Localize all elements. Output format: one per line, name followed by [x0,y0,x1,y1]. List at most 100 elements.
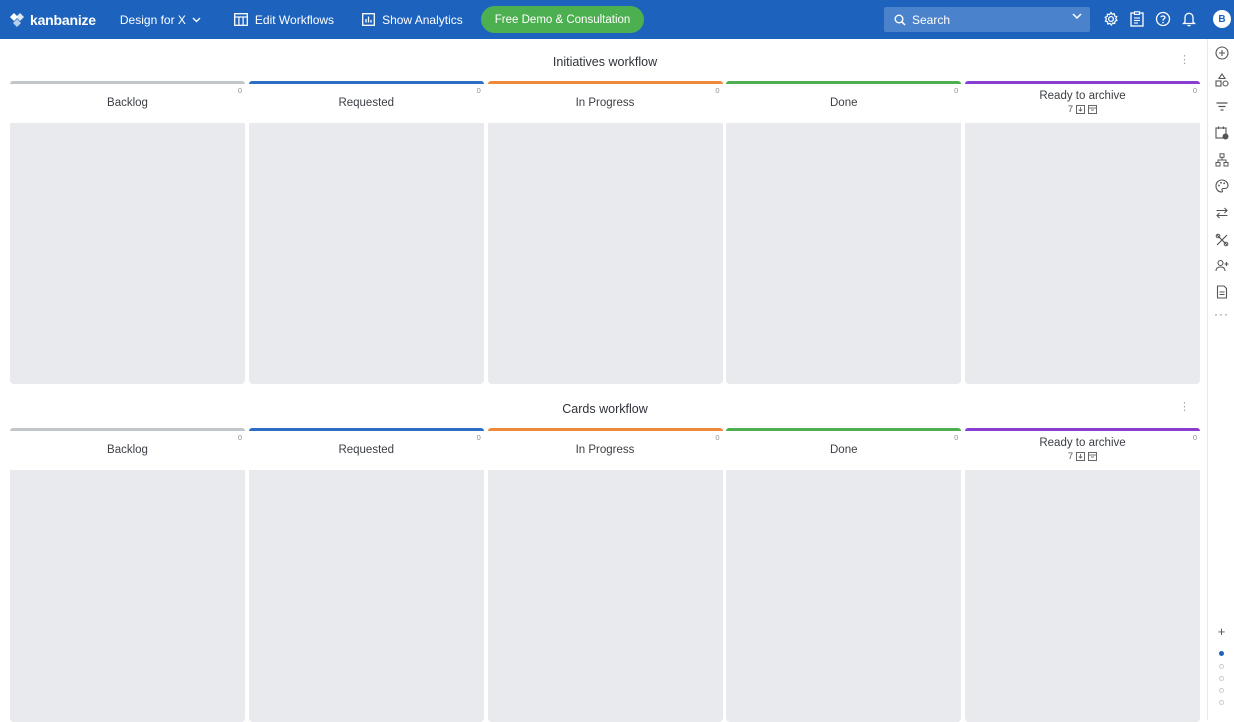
column-title: Requested [338,443,395,456]
column-header[interactable]: 0 Done [726,428,962,468]
workflow-columns: 0 Backlog 0 Requested 0 In Progress 0 Do… [10,81,1200,384]
workflow-table-icon [233,13,248,26]
workflow-nav-dot[interactable] [1219,700,1224,705]
column-title: Backlog [107,443,148,456]
add-circle-icon[interactable] [1214,45,1229,60]
column-card-count: 0 [1192,86,1197,95]
analytics-icon [362,13,376,26]
archive-box-icon[interactable] [1088,452,1098,461]
column-title: Ready to archive [1039,90,1126,102]
show-analytics-label: Show Analytics [382,12,463,27]
column-title: In Progress [575,443,635,456]
archive-count: 7 [1067,451,1074,462]
archive-count: 7 [1067,104,1074,115]
help-icon[interactable] [1153,9,1173,29]
edit-workflows-label: Edit Workflows [254,12,335,27]
logo-text: kanbanize [30,11,96,28]
column-header[interactable]: 0 Done [726,81,962,121]
column-done: 0 Done [726,428,962,722]
column-requested: 0 Requested [248,428,484,722]
column-backlog: 0 Backlog [10,428,245,722]
column-title: Ready to archive [1039,437,1126,449]
workflow-columns: 0 Backlog 0 Requested 0 In Progress 0 Do… [10,428,1200,722]
search-placeholder: Search [912,12,951,27]
filter-icon[interactable] [1214,98,1229,113]
archive-box-icon[interactable] [1088,105,1098,114]
column-title: In Progress [575,96,635,109]
workflow-title: Initiatives workflow [552,55,658,69]
archive-row: 7 [1067,104,1098,115]
more-icon[interactable]: ··· [1211,307,1232,321]
column-header[interactable]: 0 Backlog [10,428,245,468]
kanbanize-logo[interactable]: kanbanize [10,12,96,28]
user-avatar[interactable]: B [1213,10,1231,28]
shapes-icon[interactable] [1214,72,1229,87]
bell-icon[interactable] [1179,9,1199,29]
column-title: Requested [338,96,395,109]
top-icon-group [1101,9,1205,29]
calendar-clock-icon[interactable] [1214,125,1229,140]
free-demo-button[interactable]: Free Demo & Consultation [480,6,645,33]
kanbanize-logo-icon [10,12,24,27]
archive-row: 7 [1067,451,1098,462]
column-body[interactable] [248,123,484,384]
column-body[interactable] [10,123,245,384]
column-body[interactable] [487,470,723,722]
add-user-icon[interactable] [1214,258,1229,273]
workflow-cards: Cards workflow ⋮ 0 Backlog 0 Requested 0… [10,394,1200,722]
column-card-count: 0 [954,433,959,442]
column-title: Done [830,96,858,109]
column-title: Backlog [107,96,148,109]
board-name: Design for X [119,12,186,27]
workflow-menu-icon[interactable]: ⋮ [1179,402,1190,413]
search-dropdown-icon[interactable] [1072,13,1082,20]
edit-workflows-button[interactable]: Edit Workflows [233,12,335,27]
workflow-nav-dot[interactable] [1219,688,1224,693]
archive-download-icon[interactable] [1076,105,1086,114]
workflow-nav-dot[interactable] [1219,676,1224,681]
workflow-nav-dot-active[interactable] [1219,651,1224,656]
search-icon [894,14,906,26]
workflow-title: Cards workflow [562,402,648,416]
column-title: Done [830,443,858,456]
column-header[interactable]: 0 Backlog [10,81,245,121]
column-header[interactable]: 0 In Progress [487,81,723,121]
column-body[interactable] [965,123,1200,384]
archive-download-icon[interactable] [1076,452,1086,461]
tools-icon[interactable] [1214,232,1229,247]
workflow-nav-dot[interactable] [1219,664,1224,669]
column-ready-to-archive: 0 Ready to archive 7 [965,428,1200,722]
workflow-initiatives: Initiatives workflow ⋮ 0 Backlog 0 Reque… [10,47,1200,384]
workflow-header: Initiatives workflow ⋮ [10,47,1200,77]
add-swimlane-icon[interactable]: + [1213,624,1230,639]
column-body[interactable] [248,470,484,722]
palette-icon[interactable] [1214,178,1229,193]
swap-icon[interactable] [1214,205,1229,220]
column-header[interactable]: 0 Requested [248,428,484,468]
column-card-count: 0 [237,86,242,95]
column-ready-to-archive: 0 Ready to archive 7 [965,81,1200,384]
clipboard-icon[interactable] [1127,9,1147,29]
column-card-count: 0 [476,86,481,95]
search-field[interactable]: Search [884,7,1090,32]
board-selector[interactable]: Design for X [120,13,208,27]
column-done: 0 Done [726,81,962,384]
column-body[interactable] [965,470,1200,722]
column-card-count: 0 [1192,433,1197,442]
column-body[interactable] [487,123,723,384]
column-in-progress: 0 In Progress [487,428,723,722]
settings-icon[interactable] [1101,9,1121,29]
column-body[interactable] [10,470,245,722]
column-body[interactable] [726,470,962,722]
workflow-menu-icon[interactable]: ⋮ [1179,55,1190,66]
show-analytics-button[interactable]: Show Analytics [362,13,463,27]
top-navigation-bar: kanbanize Design for X Edit Workflows Sh… [0,0,1234,39]
hierarchy-icon[interactable] [1214,152,1229,167]
column-body[interactable] [726,123,962,384]
document-icon[interactable] [1214,284,1229,299]
column-header[interactable]: 0 Ready to archive 7 [965,428,1200,468]
column-header[interactable]: 0 Requested [248,81,484,121]
column-header[interactable]: 0 Ready to archive 7 [965,81,1200,121]
column-header[interactable]: 0 In Progress [487,428,723,468]
column-card-count: 0 [715,86,720,95]
